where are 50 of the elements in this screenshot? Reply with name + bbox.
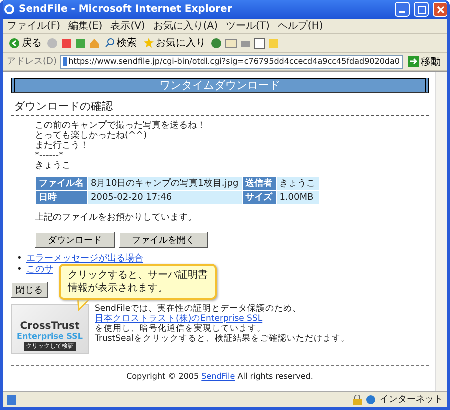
menu-item[interactable]: 編集(E) <box>68 19 103 33</box>
search-button[interactable]: 検索 <box>103 35 139 51</box>
menu-item[interactable]: ヘルプ(H) <box>278 19 324 33</box>
close-page-button[interactable]: 閉じる <box>11 282 48 298</box>
go-button[interactable]: 移動 <box>406 54 443 70</box>
table-cell: きょうこ <box>276 176 320 190</box>
help-link[interactable]: エラーメッセージが出る場合 <box>26 254 144 265</box>
maximize-button[interactable] <box>414 2 429 17</box>
table-header: サイズ <box>242 190 276 204</box>
minimize-button[interactable] <box>395 2 410 17</box>
sendfile-link[interactable]: SendFile <box>202 372 236 381</box>
table-cell: 2005-02-20 17:46 <box>88 190 242 204</box>
table-header: 送信者 <box>242 176 276 190</box>
home-icon[interactable] <box>89 38 100 48</box>
star-icon <box>144 38 154 48</box>
download-button[interactable]: ダウンロード <box>35 232 115 248</box>
back-button[interactable]: 戻る <box>7 35 44 51</box>
seal-description: SendFileでは、実在性の証明とデータ保護のため、 日本クロストラスト(株)のEnterprise SSL を使用し、暗号化通信を実現しています。 TrustSealをクリックすると、検証結果をご確認いただけます。 <box>95 304 350 346</box>
search-icon <box>105 38 115 48</box>
scrollbar[interactable] <box>435 72 447 391</box>
close-button[interactable] <box>433 2 447 17</box>
section-heading: ダウンロードの確認 <box>11 99 429 116</box>
favorites-button[interactable]: お気に入り <box>142 35 208 51</box>
list-bullet: • <box>17 265 22 276</box>
callout-tooltip: クリックすると、サーバ証明書 情報が表示されます。 <box>59 264 217 300</box>
menu-item[interactable]: ツール(T) <box>226 19 270 33</box>
menu-item[interactable]: お気に入り(A) <box>153 19 218 33</box>
arrow-icon <box>408 56 419 67</box>
address-field[interactable]: https://www.sendfile.jp/cgi-bin/otdl.cgi?sig=c76795dd4ccecd4a9cc45fdad9020da0 <box>60 54 403 68</box>
address-label: アドレス(D) <box>7 56 57 68</box>
mail-icon[interactable] <box>225 38 237 48</box>
maximize-icon <box>418 6 426 14</box>
table-header: 日時 <box>36 190 88 204</box>
table-cell: 8月10日のキャンプの写真1枚目.jpg <box>88 176 242 190</box>
copyright-text: Copyright © 2005 SendFile All rights reserved. <box>11 365 429 391</box>
table-cell: 1.00MB <box>276 190 320 204</box>
help-link[interactable]: このサ <box>26 265 54 276</box>
close-icon <box>436 6 444 14</box>
menu-item[interactable]: 表示(V) <box>110 19 146 33</box>
menu-item[interactable]: ファイル(F) <box>7 19 61 33</box>
notice-text: 上記のファイルをお預かりしています。 <box>35 212 198 224</box>
ssl-link[interactable]: 日本クロストラスト(株)のEnterprise SSL <box>95 314 263 324</box>
window-title: SendFile - Microsoft Internet Explorer <box>19 4 234 15</box>
page-banner: ワンタイムダウンロード <box>11 78 429 93</box>
zone-label: インターネット <box>380 394 443 406</box>
message-text: この前のキャンプで撮った写真を送るね！ とっても楽しかったね(^^) また行こう！ *------* きょうこ <box>35 121 207 171</box>
lock-icon <box>353 394 362 404</box>
open-file-button[interactable]: ファイルを開く <box>119 232 208 248</box>
table-header: ファイル名 <box>36 176 88 190</box>
list-bullet: • <box>17 254 22 265</box>
